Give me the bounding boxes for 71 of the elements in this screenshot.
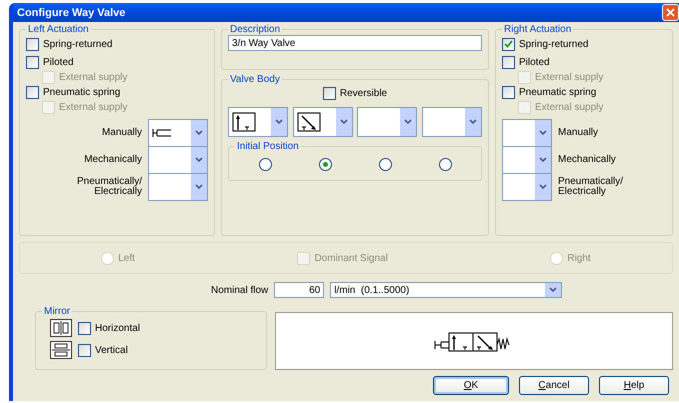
close-icon (666, 8, 675, 17)
mirror-vertical-icon (50, 341, 72, 359)
description-field[interactable]: 3/n Way Valve (228, 35, 482, 51)
chevron-down-icon (468, 119, 477, 125)
selector-label: Pneumatically/ Electrically (558, 176, 624, 196)
dialog-button[interactable]: Help (599, 376, 669, 395)
checkbox-label: External supply (59, 102, 128, 112)
check-icon (504, 40, 513, 48)
selector-label: Manually (558, 128, 600, 138)
dialog-button[interactable]: Cancel (519, 376, 589, 395)
chevron-down-icon (404, 119, 412, 125)
checkbox[interactable] (78, 344, 91, 356)
selector-label: Mechanically (83, 154, 142, 164)
radio-button[interactable] (378, 158, 392, 170)
option-label: Left (118, 252, 135, 264)
checkbox[interactable] (26, 56, 39, 68)
nominal-flow-field[interactable]: 60 (274, 282, 324, 298)
group-title: Valve Body (229, 74, 281, 85)
checkbox-label: Vertical (95, 344, 128, 356)
checkbox-label: External supply (535, 102, 604, 112)
chevron-down-icon (340, 119, 348, 125)
group-title: Initial Position (236, 141, 300, 152)
checkbox[interactable] (502, 86, 515, 98)
field-label: Nominal flow (211, 284, 268, 296)
symbol-dropdown[interactable] (148, 118, 208, 146)
checkbox[interactable] (502, 38, 515, 50)
checkbox-label: Horizontal (95, 322, 140, 334)
radio-button[interactable] (318, 158, 332, 170)
chevron-down-icon (195, 156, 203, 162)
chevron-down-icon (539, 130, 547, 136)
checkbox-label: Spring-returned (519, 38, 588, 50)
chevron-down-icon (195, 130, 203, 136)
valve-flow-icon (296, 112, 321, 132)
chevron-down-icon (539, 184, 547, 190)
chevron-down-icon (549, 287, 558, 293)
window-title: Configure Way Valve (17, 6, 126, 18)
group-title: Right Actuation (503, 24, 572, 35)
checkbox-label: Reversible (340, 88, 388, 98)
checkbox-label: Pneumatic spring (519, 86, 596, 98)
chevron-down-icon (275, 119, 283, 125)
valve-position-dropdown[interactable] (292, 107, 353, 137)
checkbox[interactable] (322, 86, 336, 100)
checkbox[interactable] (502, 56, 515, 68)
selector-label: Pneumatically/ Electrically (76, 176, 142, 196)
checkbox-label: Piloted (43, 56, 74, 68)
checkbox[interactable] (26, 86, 39, 98)
checkbox[interactable] (78, 322, 91, 334)
radio-button[interactable] (258, 158, 272, 170)
dialog-button[interactable]: OK (433, 376, 509, 395)
mirror-horizontal-icon (50, 319, 72, 337)
checkbox-label: External supply (535, 72, 604, 82)
checkbox-label: Piloted (519, 56, 550, 68)
close-button[interactable] (662, 4, 679, 21)
option-label: Dominant Signal (314, 252, 388, 264)
valve-flow-icon (232, 112, 256, 132)
checkbox-label: Pneumatic spring (43, 86, 120, 98)
selector-label: Mechanically (558, 154, 617, 164)
unit-dropdown[interactable]: l/min (0.1..5000) (330, 282, 562, 298)
pushbutton-symbol-icon (152, 128, 174, 138)
selector-label: Manually (100, 128, 142, 138)
valve-position-dropdown[interactable] (228, 107, 288, 137)
group-title: Description (229, 24, 282, 35)
group-title: Mirror (43, 306, 72, 317)
checkbox-label: External supply (59, 72, 128, 82)
checkbox[interactable] (26, 38, 39, 50)
group-title: Left Actuation (27, 24, 90, 35)
checkbox-label: Spring-returned (43, 38, 112, 50)
chevron-down-icon (539, 156, 547, 162)
option-label: Right (567, 252, 591, 264)
radio-button[interactable] (438, 158, 452, 170)
chevron-down-icon (195, 184, 203, 190)
